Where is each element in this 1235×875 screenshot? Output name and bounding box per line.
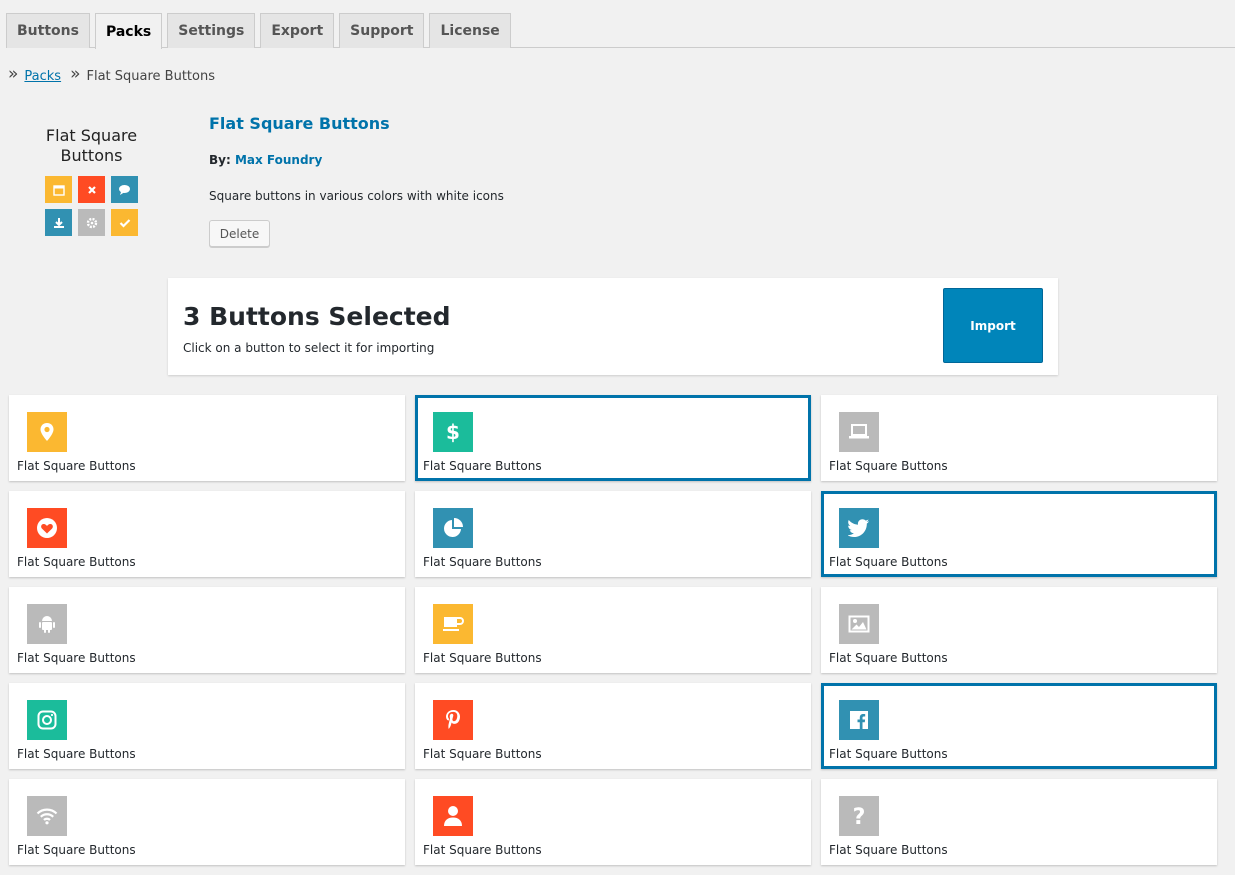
tab-packs[interactable]: Packs (94, 13, 163, 49)
button-card[interactable]: Flat Square Buttons (9, 587, 405, 673)
android-icon (27, 604, 67, 644)
button-card-label: Flat Square Buttons (829, 843, 948, 857)
tab-settings[interactable]: Settings (167, 13, 256, 48)
delete-button[interactable]: Delete (209, 220, 270, 247)
download-icon (45, 209, 72, 236)
pack-thumbnail: Flat Square Buttons (41, 126, 142, 244)
thumbnail-title: Flat Square Buttons (41, 126, 142, 166)
pack-title: Flat Square Buttons (209, 114, 390, 133)
selection-panel: 3 Buttons Selected Click on a button to … (168, 278, 1058, 375)
breadcrumb-separator: » (8, 64, 19, 84)
coffee-icon (433, 604, 473, 644)
tab-license[interactable]: License (429, 13, 511, 48)
tab-export[interactable]: Export (260, 13, 335, 48)
breadcrumb-separator: » (70, 64, 81, 84)
tab-support[interactable]: Support (339, 13, 425, 48)
heart-icon (27, 508, 67, 548)
button-card-label: Flat Square Buttons (17, 459, 136, 473)
button-card[interactable]: Flat Square Buttons (821, 587, 1217, 673)
instagram-icon (27, 700, 67, 740)
button-card-label: Flat Square Buttons (423, 555, 542, 569)
button-card[interactable]: Flat Square Buttons (9, 683, 405, 769)
image-icon (839, 604, 879, 644)
svg-text:$: $ (446, 421, 460, 443)
comment-icon (111, 176, 138, 203)
thumbnail-title-line: Buttons (60, 146, 123, 165)
user-icon (433, 796, 473, 836)
breadcrumb-link-packs[interactable]: Packs (24, 69, 61, 84)
gear-icon (78, 209, 105, 236)
laptop-icon (839, 412, 879, 452)
pie-chart-icon (433, 508, 473, 548)
button-card-label: Flat Square Buttons (17, 747, 136, 761)
button-card[interactable]: Flat Square Buttons (415, 683, 811, 769)
check-icon (111, 209, 138, 236)
button-card[interactable]: Flat Square Buttons (415, 491, 811, 577)
button-card-label: Flat Square Buttons (423, 747, 542, 761)
pinterest-icon (433, 700, 473, 740)
button-card-label: Flat Square Buttons (829, 651, 948, 665)
button-card-label: Flat Square Buttons (829, 459, 948, 473)
button-card[interactable]: Flat Square Buttons (415, 779, 811, 865)
button-card-label: Flat Square Buttons (829, 555, 948, 569)
tab-buttons[interactable]: Buttons (6, 13, 90, 48)
button-card[interactable]: Flat Square Buttons (9, 395, 405, 481)
button-card[interactable]: Flat Square Buttons (9, 779, 405, 865)
map-marker-icon (27, 412, 67, 452)
import-button[interactable]: Import (943, 288, 1043, 363)
button-card[interactable]: $ Flat Square Buttons (415, 395, 811, 481)
button-card-label: Flat Square Buttons (17, 555, 136, 569)
button-card-label: Flat Square Buttons (17, 843, 136, 857)
breadcrumb-current: Flat Square Buttons (86, 68, 215, 84)
close-icon (78, 176, 105, 203)
question-icon: ? (839, 796, 879, 836)
nav-tabs: Buttons Packs Settings Export Support Li… (6, 13, 1235, 49)
button-card[interactable]: Flat Square Buttons (821, 491, 1217, 577)
button-card-label: Flat Square Buttons (423, 651, 542, 665)
button-card[interactable]: Flat Square Buttons (9, 491, 405, 577)
selection-hint: Click on a button to select it for impor… (183, 341, 435, 355)
thumbnail-icon-grid (45, 176, 138, 236)
button-card-label: Flat Square Buttons (829, 747, 948, 761)
pack-author: By: Max Foundry (209, 153, 322, 167)
button-card-label: Flat Square Buttons (423, 459, 542, 473)
author-label: By: (209, 153, 231, 167)
dollar-icon: $ (433, 412, 473, 452)
svg-text:?: ? (853, 805, 866, 828)
button-card-label: Flat Square Buttons (423, 843, 542, 857)
button-card-label: Flat Square Buttons (17, 651, 136, 665)
button-card[interactable]: Flat Square Buttons (415, 587, 811, 673)
twitter-icon (839, 508, 879, 548)
pack-description: Square buttons in various colors with wh… (209, 189, 504, 203)
calendar-icon (45, 176, 72, 203)
breadcrumb: » Packs » Flat Square Buttons (8, 64, 215, 86)
wifi-icon (27, 796, 67, 836)
button-card[interactable]: ? Flat Square Buttons (821, 779, 1217, 865)
button-card[interactable]: Flat Square Buttons (821, 395, 1217, 481)
facebook-icon (839, 700, 879, 740)
selected-count: 3 Buttons Selected (183, 302, 451, 331)
button-card[interactable]: Flat Square Buttons (821, 683, 1217, 769)
author-link[interactable]: Max Foundry (235, 153, 322, 167)
thumbnail-title-line: Flat Square (45, 126, 138, 145)
